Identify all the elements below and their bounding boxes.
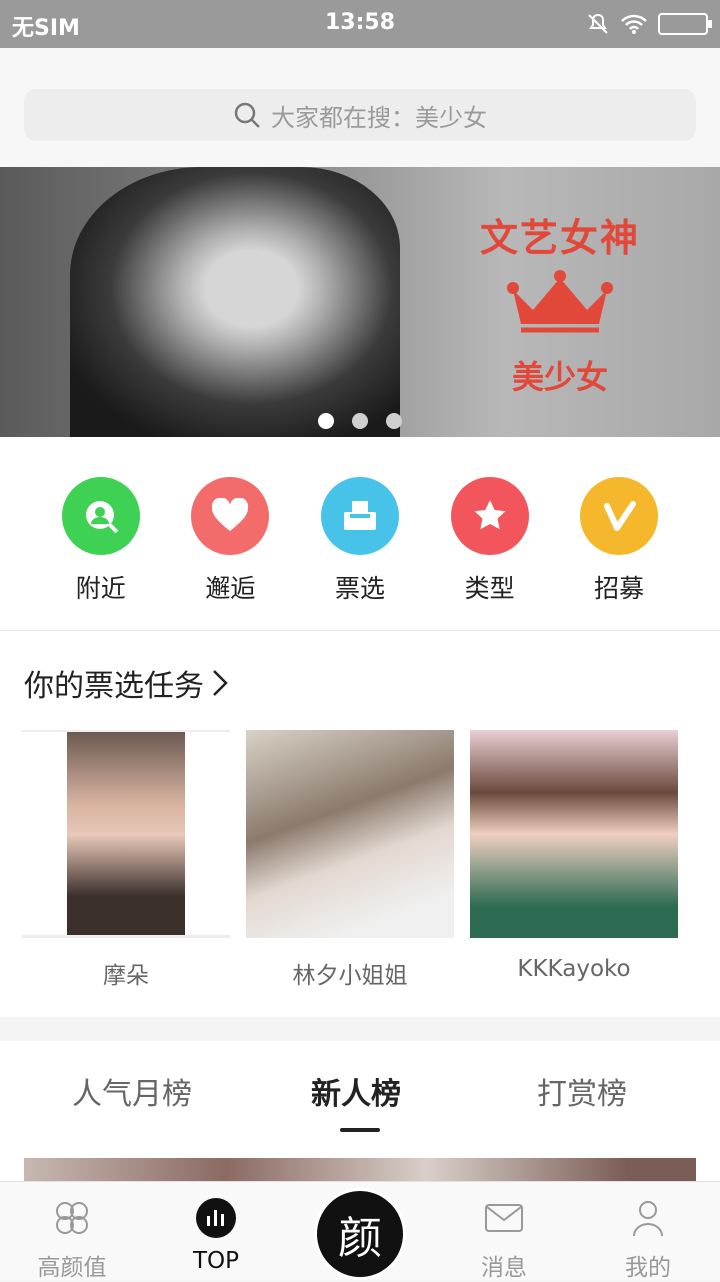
contestant-photo <box>22 730 230 938</box>
banner-subtitle: 美少女 <box>511 358 608 396</box>
task-card[interactable]: 林夕小姐姐 <box>246 730 454 990</box>
quick-label: 类型 <box>464 574 515 603</box>
contestant-photo <box>470 730 678 938</box>
quick-vote[interactable]: 票选 <box>315 477 405 631</box>
task-card[interactable]: 摩朵 <box>22 730 230 990</box>
tab-tips[interactable]: 打赏榜 <box>537 1069 627 1113</box>
promo-banner[interactable]: 文艺女神 美少女 <box>0 167 720 437</box>
pager-dot[interactable] <box>352 413 368 429</box>
crown-icon <box>507 270 613 333</box>
ranking-item-photo[interactable] <box>24 1158 696 1181</box>
banner-tagline: 文艺女神 美少女 <box>480 207 640 398</box>
active-tab-indicator <box>340 1128 380 1132</box>
search-area: 大家都在搜：美少女 <box>0 48 720 167</box>
tabbar-item-messages[interactable]: 消息 <box>432 1182 576 1282</box>
envelope-icon <box>485 1204 523 1232</box>
search-icon <box>234 102 260 128</box>
quick-nearby[interactable]: 附近 <box>56 477 146 631</box>
contestant-name: KKKayoko <box>517 956 631 982</box>
section-title: 你的票选任务 <box>24 669 204 704</box>
tab-popular-monthly[interactable]: 人气月榜 <box>72 1069 192 1113</box>
ballot-box-icon <box>320 477 399 555</box>
contestant-photo <box>246 730 454 938</box>
tabbar-item-top[interactable]: TOP <box>144 1182 288 1274</box>
v-badge-icon <box>580 477 659 555</box>
quick-label: 票选 <box>334 574 385 603</box>
task-card[interactable]: KKKayoko <box>470 730 678 990</box>
clover-icon <box>56 1202 88 1234</box>
center-brand-button[interactable]: 颜 <box>314 1188 406 1280</box>
banner-photo <box>70 167 400 437</box>
quick-label: 招募 <box>594 574 645 603</box>
tabbar-item-home[interactable]: 高颜值 <box>0 1182 144 1282</box>
user-icon <box>633 1201 663 1237</box>
wifi-icon <box>621 14 647 34</box>
tabbar-label: TOP <box>192 1248 240 1274</box>
battery-icon <box>658 13 712 35</box>
quick-label: 附近 <box>75 574 126 603</box>
tabbar-label: 我的 <box>625 1255 671 1281</box>
star-icon <box>450 477 529 555</box>
pager-dot[interactable] <box>318 413 334 429</box>
pager-dot[interactable] <box>386 413 402 429</box>
tabbar-label: 消息 <box>481 1255 527 1281</box>
nearby-person-icon <box>61 477 140 555</box>
vote-tasks-section: 你的票选任务 摩朵 林夕小姐姐 KKKayoko <box>0 631 720 1017</box>
tabbar-label: 高颜值 <box>37 1255 107 1281</box>
search-placeholder: 大家都在搜：美少女 <box>271 103 487 132</box>
vote-tasks-header[interactable]: 你的票选任务 <box>24 661 230 705</box>
contestant-name: 林夕小姐姐 <box>292 963 408 989</box>
quick-type[interactable]: 类型 <box>445 477 535 631</box>
bottom-tab-bar: 高颜值 TOP 颜 消息 我的 <box>0 1181 720 1281</box>
quick-recruit[interactable]: 招募 <box>574 477 664 631</box>
quick-actions: 附近 邂逅 票选 类型 招募 <box>0 437 720 631</box>
tabbar-item-profile[interactable]: 我的 <box>576 1182 720 1282</box>
ranking-list <box>0 1135 720 1181</box>
banner-title: 文艺女神 <box>480 216 641 260</box>
search-bar[interactable]: 大家都在搜：美少女 <box>24 89 696 141</box>
banner-pager <box>0 413 720 429</box>
bar-chart-icon <box>196 1198 236 1238</box>
task-cards: 摩朵 林夕小姐姐 KKKayoko <box>22 730 678 990</box>
contestant-name: 摩朵 <box>103 963 149 989</box>
quick-label: 邂逅 <box>205 574 256 603</box>
quick-encounter[interactable]: 邂逅 <box>185 477 275 631</box>
status-bar: 无SIM 13:58 <box>0 0 720 48</box>
status-icons <box>586 12 712 36</box>
tab-newcomers[interactable]: 新人榜 <box>311 1069 401 1113</box>
ranking-tabs: 人气月榜 新人榜 打赏榜 <box>0 1041 720 1136</box>
chevron-right-icon <box>213 670 228 696</box>
mute-bell-icon <box>588 13 608 34</box>
heart-icon <box>191 477 270 555</box>
